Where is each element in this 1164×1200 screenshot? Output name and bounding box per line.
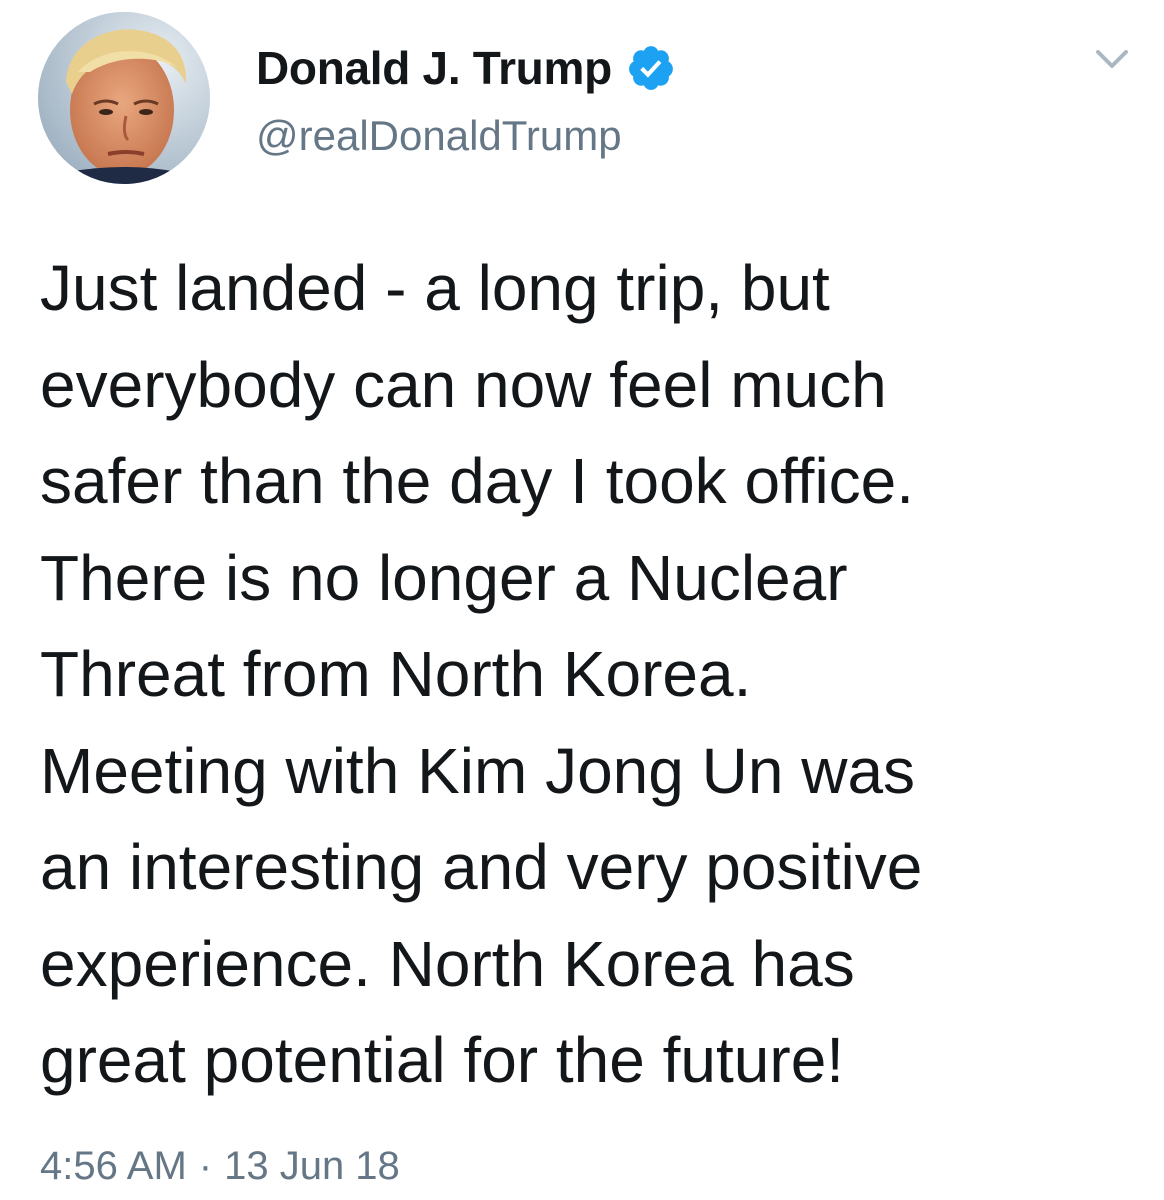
tweet-card: Donald J. Trump @realDonaldTrump Just la… [0, 0, 1164, 1200]
tweet-text-line: Threat from North Korea. [40, 638, 752, 710]
tweet-text-line: experience. North Korea has [40, 927, 855, 1000]
tweet-text: Just landed - a long trip, but everybody… [40, 240, 1140, 1109]
chevron-down-icon[interactable] [1092, 44, 1132, 76]
tweet-text-line: There is no longer a Nuclear [40, 541, 848, 614]
tweet-text-line: Meeting with Kim Jong Un was [40, 734, 916, 807]
tweet-text-line: safer than the day I took office. [40, 445, 915, 517]
tweet-text-line: Just landed - a long trip, but [40, 252, 830, 324]
author-name-row[interactable]: Donald J. Trump [256, 36, 676, 100]
meta-separator: · [198, 1144, 213, 1188]
tweet-text-line: everybody can now feel much [40, 348, 887, 421]
display-name[interactable]: Donald J. Trump [256, 36, 612, 100]
avatar[interactable] [38, 12, 210, 184]
tweet-text-line: an interesting and very positive [40, 831, 923, 903]
author-handle[interactable]: @realDonaldTrump [256, 104, 622, 168]
profile-photo-icon [38, 12, 210, 184]
tweet-time: 4:56 AM [40, 1144, 187, 1188]
tweet-text-line: great potential for the future! [40, 1024, 845, 1096]
tweet-timestamp[interactable]: 4:56 AM · 13 Jun 18 [40, 1136, 400, 1196]
verified-badge-icon [626, 43, 676, 93]
tweet-date: 13 Jun 18 [224, 1144, 400, 1188]
